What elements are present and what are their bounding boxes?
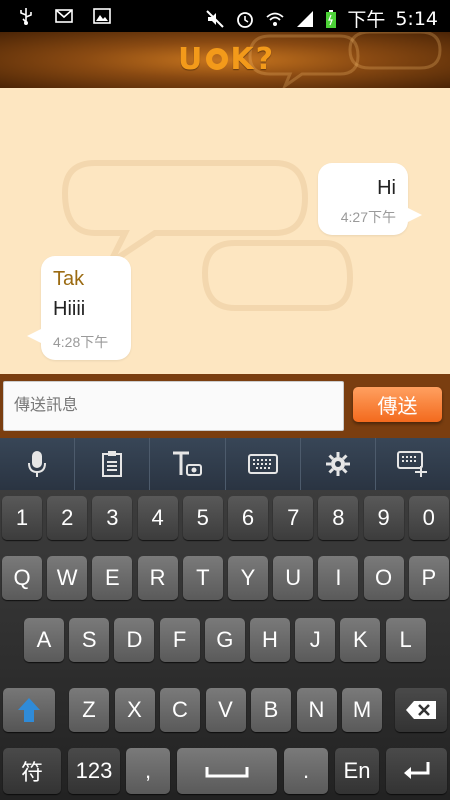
signal-icon — [297, 10, 314, 27]
usb-icon — [20, 8, 32, 25]
key-z[interactable]: Z — [69, 688, 109, 732]
message-text: Hiiii — [53, 298, 86, 320]
key-t[interactable]: T — [182, 556, 223, 600]
key-q[interactable]: Q — [2, 556, 42, 600]
symbols-key[interactable]: 符 — [3, 748, 61, 794]
key-i[interactable]: I — [318, 556, 359, 600]
message-text: Hi — [377, 177, 396, 199]
key-d[interactable]: D — [114, 618, 155, 662]
status-time: 5:14 — [395, 7, 438, 30]
key-m[interactable]: M — [342, 688, 382, 732]
app-logo: U K? — [178, 42, 276, 77]
key-r[interactable]: R — [137, 556, 178, 600]
key-5[interactable]: 5 — [182, 496, 223, 540]
key-l[interactable]: L — [385, 618, 426, 662]
period-key[interactable]: . — [284, 748, 328, 794]
key-3[interactable]: 3 — [92, 496, 133, 540]
send-button[interactable]: 傳送 — [353, 387, 442, 422]
space-key[interactable] — [177, 748, 277, 794]
key-a[interactable]: A — [24, 618, 64, 662]
app-header: U K? — [0, 32, 450, 88]
key-n[interactable]: N — [296, 688, 337, 732]
key-6[interactable]: 6 — [228, 496, 268, 540]
key-b[interactable]: B — [251, 688, 291, 732]
chat-area[interactable]: Hi 4:27下午 Tak Hiiii 4:28下午 — [0, 88, 450, 374]
enter-key[interactable] — [386, 748, 447, 794]
battery-icon — [326, 9, 337, 28]
keyboard-toolbar — [0, 438, 450, 490]
key-j[interactable]: J — [295, 618, 336, 662]
wifi-icon — [266, 12, 284, 26]
status-ampm: 下午 — [347, 9, 386, 31]
email-icon — [55, 9, 73, 23]
keyboard-layout-icon[interactable] — [376, 438, 450, 490]
comma-key[interactable]: , — [126, 748, 170, 794]
key-k[interactable]: K — [340, 618, 381, 662]
key-0[interactable]: 0 — [408, 496, 449, 540]
numbers-key[interactable]: 123 — [68, 748, 120, 794]
alarm-icon — [237, 11, 254, 28]
message-time: 4:28下午 — [53, 334, 109, 350]
key-y[interactable]: Y — [228, 556, 268, 600]
message-incoming[interactable]: Tak Hiiii 4:28下午 — [27, 256, 131, 360]
key-f[interactable]: F — [159, 618, 200, 662]
key-2[interactable]: 2 — [47, 496, 88, 540]
soft-keyboard: 1234567890 QWERTYUIOP ASDFGHJKL ZXCVBNM … — [0, 490, 450, 800]
key-u[interactable]: U — [273, 556, 314, 600]
image-icon — [93, 8, 111, 24]
keyboard-icon[interactable] — [226, 438, 301, 490]
key-1[interactable]: 1 — [2, 496, 42, 540]
key-9[interactable]: 9 — [363, 496, 404, 540]
message-sender: Tak — [53, 268, 85, 290]
key-4[interactable]: 4 — [137, 496, 178, 540]
status-bar: 下午 5:14 — [0, 0, 450, 32]
key-v[interactable]: V — [205, 688, 246, 732]
message-outgoing[interactable]: Hi 4:27下午 — [318, 163, 422, 235]
backspace-key[interactable] — [395, 688, 447, 732]
key-p[interactable]: P — [408, 556, 449, 600]
key-s[interactable]: S — [69, 618, 110, 662]
mic-icon[interactable] — [0, 438, 76, 490]
key-7[interactable]: 7 — [273, 496, 314, 540]
text-camera-icon[interactable] — [150, 438, 226, 490]
message-input[interactable] — [3, 381, 344, 431]
gear-icon[interactable] — [301, 438, 376, 490]
compose-bar: 傳送 — [0, 374, 450, 438]
shift-key[interactable] — [3, 688, 55, 732]
key-x[interactable]: X — [114, 688, 155, 732]
mute-icon — [206, 9, 225, 28]
key-w[interactable]: W — [47, 556, 88, 600]
key-g[interactable]: G — [204, 618, 245, 662]
key-8[interactable]: 8 — [318, 496, 359, 540]
key-h[interactable]: H — [250, 618, 290, 662]
language-key[interactable]: En — [335, 748, 379, 794]
message-time: 4:27下午 — [340, 209, 396, 225]
key-o[interactable]: O — [363, 556, 404, 600]
key-c[interactable]: C — [160, 688, 200, 732]
clipboard-icon[interactable] — [75, 438, 151, 490]
key-e[interactable]: E — [92, 556, 133, 600]
